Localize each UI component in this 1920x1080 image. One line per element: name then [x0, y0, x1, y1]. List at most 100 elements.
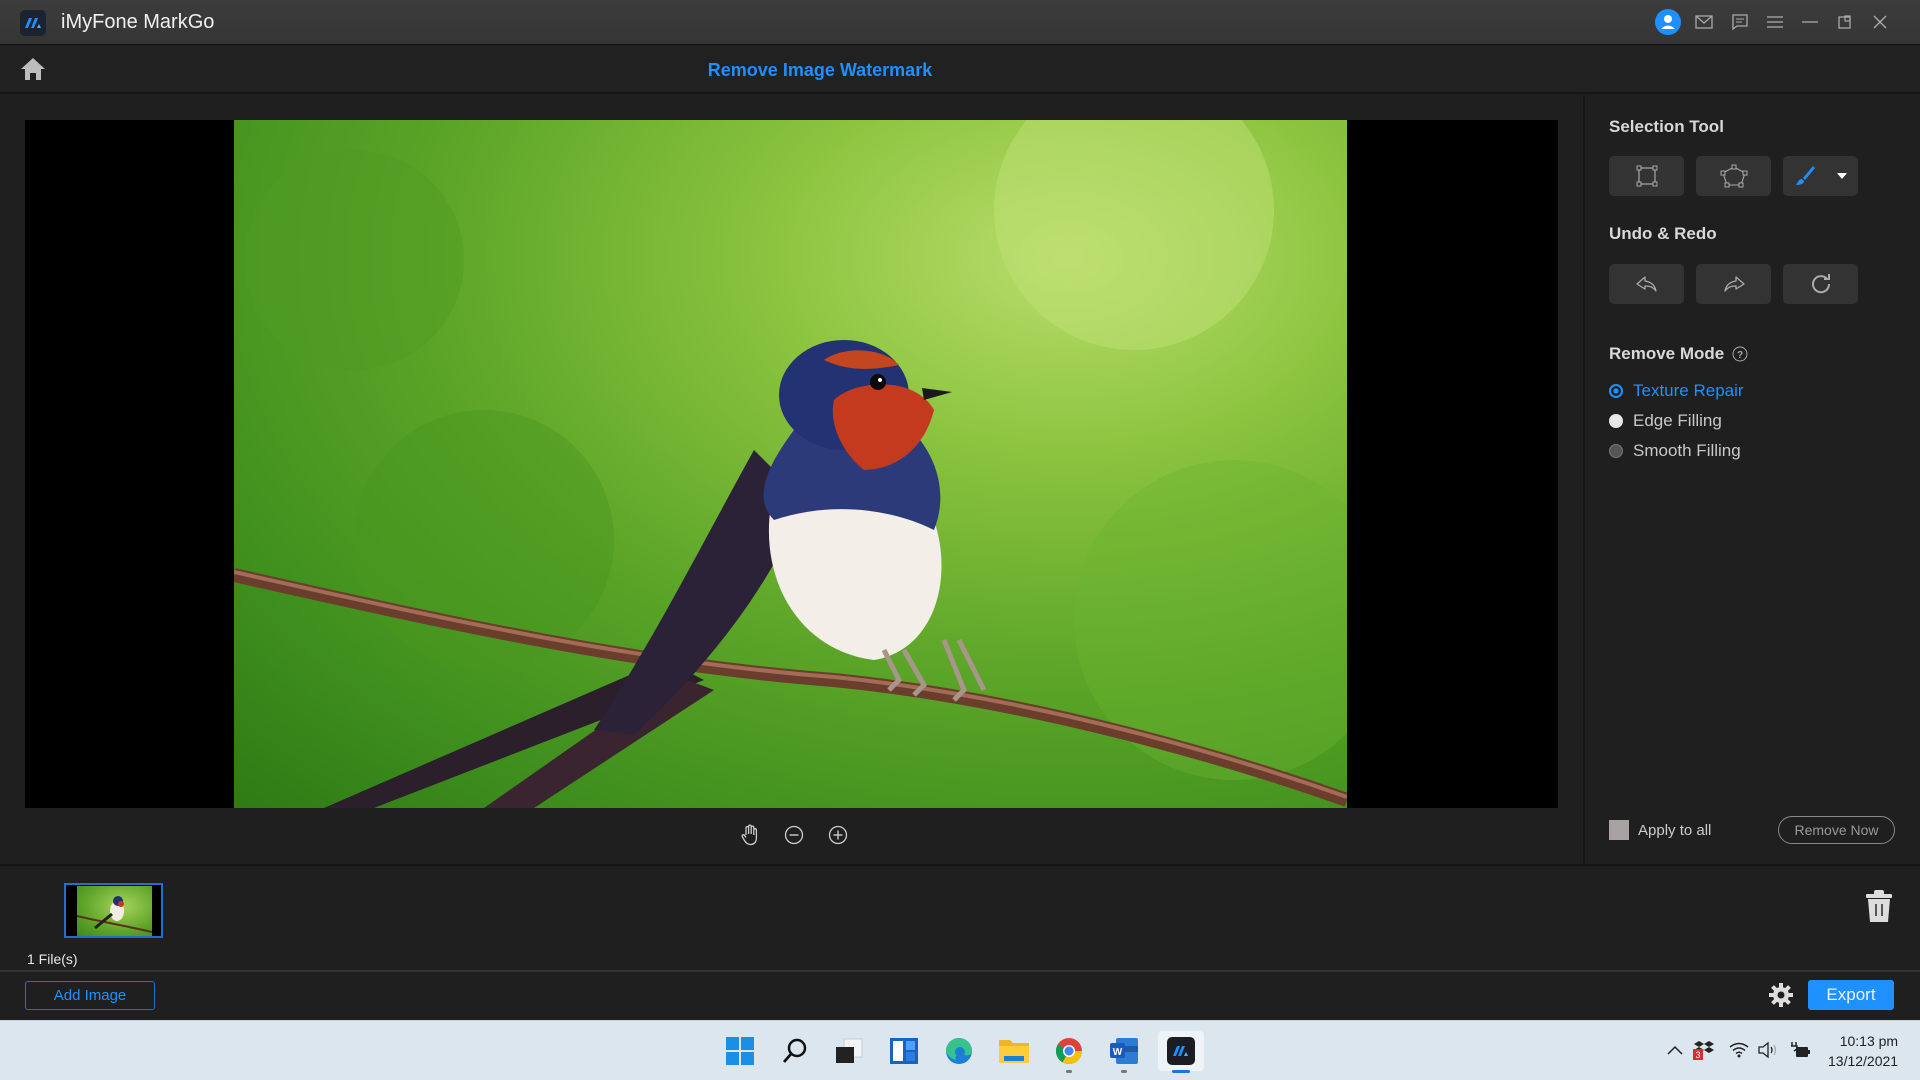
rectangle-select-button[interactable]: [1609, 156, 1684, 196]
checkbox-icon[interactable]: [1609, 820, 1629, 840]
account-icon: [1655, 9, 1681, 35]
tools-panel: Selection Tool Undo & Redo Remove Mode ?…: [1583, 95, 1920, 865]
taskbar-file-explorer[interactable]: [994, 1031, 1034, 1071]
taskbar-search[interactable]: [775, 1031, 815, 1071]
brush-icon: [1795, 166, 1815, 185]
remove-mode-title: Remove Mode ?: [1609, 344, 1748, 364]
redo-button[interactable]: [1696, 264, 1771, 304]
task-view-icon: [836, 1038, 863, 1063]
radio-label: Edge Filling: [1633, 411, 1722, 430]
trash-icon: [1866, 890, 1892, 922]
divider: [0, 864, 1920, 866]
app-title: iMyFone MarkGo: [61, 11, 215, 33]
running-indicator: [1121, 1070, 1127, 1073]
pan-button[interactable]: [735, 822, 765, 848]
page-title: Remove Image Watermark: [707, 60, 933, 80]
radio-texture-repair[interactable]: Texture Repair: [1609, 381, 1744, 401]
export-button[interactable]: Export: [1808, 980, 1894, 1010]
tray-battery[interactable]: [1789, 1039, 1811, 1061]
help-icon[interactable]: ?: [1732, 346, 1748, 362]
undo-icon: [1635, 276, 1657, 292]
taskbar-widgets[interactable]: [884, 1031, 924, 1071]
title-bar: iMyFone MarkGo: [0, 0, 1920, 45]
image-thumbnail[interactable]: [64, 883, 163, 938]
feedback-icon: [1732, 14, 1748, 31]
menu-button[interactable]: [1761, 8, 1789, 36]
radio-smooth-filling[interactable]: Smooth Filling: [1609, 441, 1741, 461]
remove-mode-label: Remove Mode: [1609, 344, 1725, 363]
bird-photo: [234, 120, 1347, 808]
taskbar-word[interactable]: W: [1104, 1031, 1144, 1073]
polygon-select-icon: [1720, 164, 1747, 188]
active-indicator: [1172, 1070, 1190, 1073]
redo-icon: [1723, 276, 1745, 292]
tray-overflow-button[interactable]: [1664, 1039, 1686, 1061]
zoom-in-button[interactable]: [823, 822, 853, 848]
settings-button[interactable]: [1768, 982, 1796, 1010]
taskbar-task-view[interactable]: [829, 1031, 869, 1071]
restore-button[interactable]: [1831, 8, 1859, 36]
running-indicator: [1066, 1070, 1072, 1073]
polygon-select-button[interactable]: [1696, 156, 1771, 196]
windows-start-icon: [726, 1037, 754, 1065]
tray-wifi[interactable]: [1728, 1039, 1750, 1061]
radio-label: Smooth Filling: [1633, 441, 1741, 460]
rectangle-select-icon: [1636, 165, 1657, 187]
search-icon: [782, 1038, 807, 1063]
selection-tool-title: Selection Tool: [1609, 117, 1724, 136]
folder-icon: [999, 1040, 1029, 1063]
zoom-controls: [735, 822, 853, 848]
taskbar-chrome[interactable]: [1049, 1031, 1089, 1073]
chevron-up-icon: [1667, 1045, 1683, 1055]
brush-select-button[interactable]: [1783, 156, 1858, 196]
hand-icon: [741, 824, 758, 846]
feedback-button[interactable]: [1726, 8, 1754, 36]
taskbar-edge[interactable]: [939, 1031, 979, 1071]
remove-now-button[interactable]: Remove Now: [1778, 816, 1895, 844]
tray-app-icon: 3: [1693, 1041, 1714, 1060]
undo-redo-title: Undo & Redo: [1609, 224, 1717, 243]
apply-to-all-checkbox[interactable]: Apply to all: [1609, 820, 1711, 840]
image-canvas[interactable]: [25, 120, 1558, 808]
minimize-button[interactable]: [1796, 8, 1824, 36]
close-icon: [1873, 15, 1887, 29]
radio-unselected-icon[interactable]: [1609, 414, 1623, 428]
zoom-out-icon: [784, 825, 804, 845]
divider: [0, 970, 1920, 972]
file-count: 1 File(s): [27, 951, 78, 967]
radio-edge-filling[interactable]: Edge Filling: [1609, 411, 1722, 431]
reset-button[interactable]: [1783, 264, 1858, 304]
taskbar-markgo[interactable]: [1158, 1031, 1204, 1073]
zoom-out-button[interactable]: [779, 822, 809, 848]
taskbar-start[interactable]: [720, 1031, 760, 1071]
reset-icon: [1811, 274, 1830, 294]
taskbar-clock[interactable]: 10:13 pm 13/12/2021: [1828, 1031, 1898, 1071]
editing-image[interactable]: [234, 120, 1347, 808]
radio-label: Texture Repair: [1633, 381, 1744, 400]
tray-badge: 3: [1695, 1050, 1700, 1060]
radio-unselected-icon[interactable]: [1609, 444, 1623, 458]
chrome-icon: [1055, 1038, 1083, 1065]
delete-button[interactable]: [1864, 888, 1894, 924]
tray-app-dropbox[interactable]: 3: [1693, 1039, 1715, 1061]
widgets-icon: [890, 1038, 918, 1064]
svg-text:W: W: [1113, 1047, 1123, 1058]
chevron-down-icon[interactable]: [1836, 172, 1848, 180]
thumbnail-image: [76, 886, 153, 936]
account-button[interactable]: [1654, 8, 1682, 36]
markgo-app-icon: [1167, 1037, 1195, 1065]
page-header: Remove Image Watermark: [0, 46, 1920, 94]
mail-button[interactable]: [1690, 8, 1718, 36]
gear-icon: [1769, 983, 1793, 1007]
taskbar: W 3 10:13 pm 13/12/2021: [0, 1020, 1920, 1080]
menu-icon: [1767, 16, 1783, 28]
app-logo-icon: [20, 10, 46, 36]
add-image-button[interactable]: Add Image: [25, 981, 155, 1010]
undo-button[interactable]: [1609, 264, 1684, 304]
close-button[interactable]: [1866, 8, 1894, 36]
tray-volume[interactable]: [1757, 1039, 1779, 1061]
edge-browser-icon: [946, 1038, 972, 1064]
mail-icon: [1695, 15, 1713, 29]
radio-selected-icon[interactable]: [1609, 384, 1623, 398]
svg-text:?: ?: [1737, 350, 1743, 361]
